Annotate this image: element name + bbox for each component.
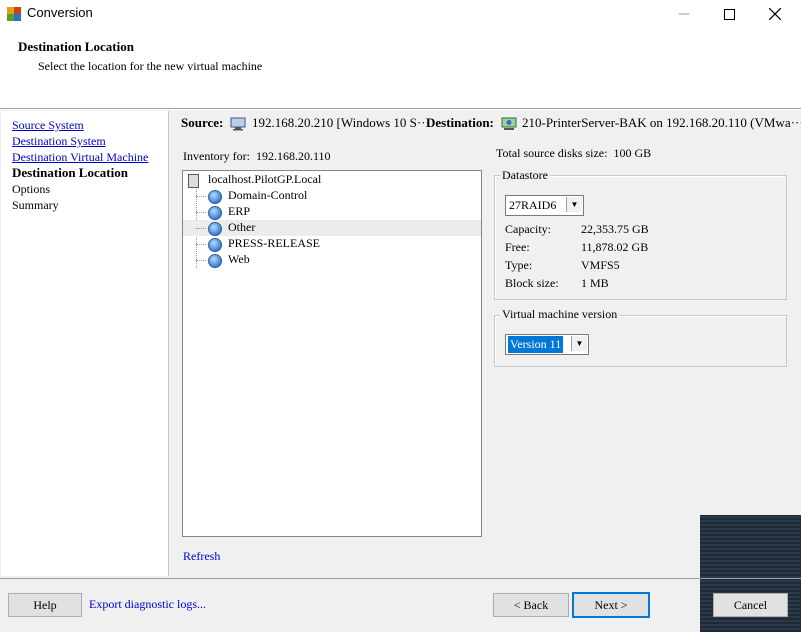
tree-item-label: Web [228, 252, 250, 266]
resource-pool-icon [208, 254, 222, 268]
source-value: 192.168.20.210 [Windows 10 S··· [252, 115, 430, 130]
help-button[interactable]: Help [8, 593, 82, 617]
tree-item-label: Domain-Control [228, 188, 308, 202]
tree-item-web[interactable]: Web [183, 252, 481, 268]
destination-value: 210-PrinterServer-BAK on 192.168.20.110 … [522, 115, 801, 130]
close-icon[interactable] [752, 0, 798, 28]
chevron-down-icon[interactable]: ▼ [566, 197, 582, 212]
tree-branch [196, 260, 206, 261]
window-title: Conversion [27, 5, 93, 20]
computer-icon [230, 117, 246, 131]
tree-item-label: Other [228, 220, 256, 234]
tree-item-label: PRESS-RELEASE [228, 236, 321, 250]
inventory-label: Inventory for: 192.168.20.110 [183, 149, 331, 163]
next-button[interactable]: Next > [572, 592, 650, 618]
refresh-link[interactable]: Refresh [183, 549, 220, 564]
nav-destination-virtual-machine[interactable]: Destination Virtual Machine [12, 150, 148, 165]
type-label: Type: [505, 258, 533, 272]
datastore-selected: 27RAID6 [509, 198, 557, 212]
block-size-value: 1 MB [581, 276, 609, 290]
tree-root-label: localhost.PilotGP.Local [208, 172, 322, 186]
resource-pool-icon [208, 190, 222, 204]
tree-branch [196, 228, 206, 229]
datastore-select[interactable]: 27RAID6 ▼ [505, 195, 584, 216]
vm-version-group-label: Virtual machine version [500, 307, 620, 322]
footer-divider [0, 578, 801, 579]
tree-branch [196, 212, 206, 213]
resource-pool-icon [208, 206, 222, 220]
server-icon [188, 174, 199, 188]
inventory-tree[interactable]: localhost.PilotGP.Local Domain-Control E… [182, 170, 482, 537]
vm-version-select[interactable]: Version 11 ▼ [505, 334, 589, 355]
maximize-icon[interactable] [706, 0, 752, 28]
block-size-label: Block size: [505, 276, 559, 290]
destination-label: Destination: [426, 115, 494, 130]
tree-item-domain-control[interactable]: Domain-Control [183, 188, 481, 204]
cancel-button[interactable]: Cancel [713, 593, 788, 617]
resource-pool-icon [208, 222, 222, 236]
free-label: Free: [505, 240, 530, 254]
tree-item-label: ERP [228, 204, 251, 218]
header-divider-highlight [0, 109, 801, 110]
chevron-down-icon[interactable]: ▼ [571, 336, 587, 351]
tree-branch [196, 196, 206, 197]
source-label: Source: [181, 115, 224, 130]
minimize-icon[interactable] [661, 0, 707, 28]
nav-destination-system[interactable]: Destination System [12, 134, 106, 149]
page-subtitle: Select the location for the new virtual … [38, 59, 263, 73]
capacity-label: Capacity: [505, 222, 551, 236]
nav-destination-location: Destination Location [12, 165, 128, 180]
inventory-host: 192.168.20.110 [255, 149, 331, 163]
vm-icon [501, 117, 517, 130]
tree-item-press-release[interactable]: PRESS-RELEASE [183, 236, 481, 252]
wizard-header: Destination Location Select the location… [0, 28, 801, 108]
tree-branch [196, 244, 206, 245]
page-title: Destination Location [18, 39, 134, 54]
tree-item-erp[interactable]: ERP [183, 204, 481, 220]
datastore-group-label: Datastore [500, 168, 550, 183]
nav-options: Options [12, 182, 51, 196]
type-value: VMFS5 [581, 258, 620, 272]
free-value: 11,878.02 GB [581, 240, 649, 254]
total-disks-label: Total source disks size: [496, 146, 608, 160]
tree-root[interactable]: localhost.PilotGP.Local [183, 172, 481, 188]
total-disks-size: Total source disks size: 100 GB [496, 146, 651, 161]
resource-pool-icon [208, 238, 222, 252]
total-disks-value: 100 GB [613, 146, 652, 160]
nav-summary: Summary [12, 198, 59, 212]
wizard-steps-nav: Source System Destination System Destina… [1, 111, 169, 576]
tree-item-other[interactable]: Other [183, 220, 481, 236]
back-button[interactable]: < Back [493, 593, 569, 617]
nav-source-system[interactable]: Source System [12, 118, 84, 133]
export-diagnostic-logs-link[interactable]: Export diagnostic logs... [89, 597, 206, 612]
app-icon [7, 7, 21, 21]
vm-version-selected: Version 11 [506, 335, 565, 354]
capacity-value: 22,353.75 GB [581, 222, 649, 236]
